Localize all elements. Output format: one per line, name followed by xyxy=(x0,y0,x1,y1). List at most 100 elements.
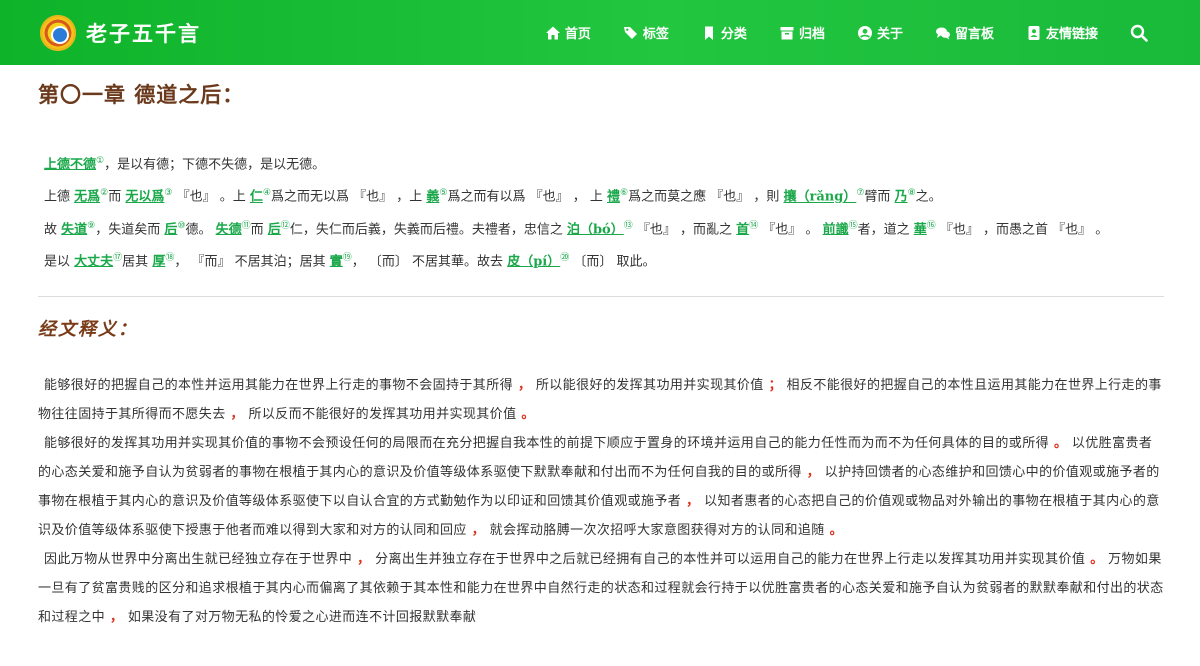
punctuation-mark: ， xyxy=(225,407,244,423)
verse-text-span: 者，道之 xyxy=(857,221,914,237)
article-content: 第〇一章 德道之后： 上德不德①，是以有德；下德不失德，是以无德。 上德 无爲②… xyxy=(38,65,1164,632)
verse-text-span: 而 xyxy=(250,221,268,237)
annotation-link[interactable]: 華 xyxy=(914,222,927,237)
verse-text-span: 仁，失仁而后義，失義而后禮。夫禮者，忠信之 xyxy=(289,221,567,237)
verse-line-2: 上德 无爲②而 无以爲③ 『也』 。上 仁④爲之而无以爲 『也』 ，上 義⑤爲之… xyxy=(38,179,1164,211)
verse-text-span: 〔而〕 取此。 xyxy=(569,254,656,270)
nav-guestbook[interactable]: 留言板 xyxy=(935,23,994,42)
footnote-marker[interactable]: ⑱ xyxy=(165,253,174,263)
top-navbar: 老子五千言 首页 标签 分类 归档 关于 留言板 友情链接 xyxy=(0,0,1200,65)
footnote-marker[interactable]: ⑪ xyxy=(242,221,251,231)
explanation-text-span: 能够很好的发挥其功用并实现其价值的事物不会预设任何的局限而在充分把握自我本性的前… xyxy=(44,436,1050,452)
annotation-link[interactable]: 禮 xyxy=(607,190,620,205)
punctuation-mark: ， xyxy=(466,523,486,539)
verse-text-span: 上德 xyxy=(44,189,75,205)
punctuation-mark: 。 xyxy=(824,523,844,539)
annotation-link[interactable]: 失德 xyxy=(216,222,242,237)
verse-text-span: 臂而 xyxy=(864,189,895,205)
verse-line-3: 故 失道⑨，失道矣而 后⑩德。 失德⑪而 后⑫仁，失仁而后義，失義而后禮。夫禮者… xyxy=(38,212,1164,244)
annotation-link[interactable]: 乃 xyxy=(895,190,908,205)
verse-text-span: 『也』 。 xyxy=(758,221,823,237)
nav-tags[interactable]: 标签 xyxy=(623,23,669,42)
annotation-link[interactable]: 无以爲 xyxy=(125,190,164,205)
verse-text-span: 居其 xyxy=(122,254,153,270)
explanation-text-span: 因此万物从世界中分离出生就已经独立存在于世界中 xyxy=(44,552,353,568)
verse-text-span: 德。 xyxy=(185,221,216,237)
verse-text-span: ， 『而』 不居其泊；居其 xyxy=(174,254,330,270)
verse-text-span: 而 xyxy=(108,189,126,205)
explanation-text-span: 所以能很好的发挥其功用并实现其价值 xyxy=(531,378,764,394)
footnote-marker[interactable]: ⑰ xyxy=(113,253,122,263)
verse-text-span: 爲之而莫之應 『也』 ，則 xyxy=(628,189,784,205)
chapter-title: 第〇一章 德道之后： xyxy=(38,82,245,107)
nav-about[interactable]: 关于 xyxy=(857,23,903,42)
punctuation-mark: 。 xyxy=(1049,436,1068,452)
annotation-link[interactable]: 泊（bó） xyxy=(567,222,624,237)
brand-link[interactable]: 老子五千言 xyxy=(40,14,201,51)
explanation-text-span: 就会挥动胳膊一次次招呼大家意图获得对方的认同和追随 xyxy=(485,523,825,539)
verse-text-span: ，失道矣而 xyxy=(95,221,165,237)
explanation-paragraph-3: 因此万物从世界中分离出生就已经独立存在于世界中 ， 分离出生并独立存在于世界中之… xyxy=(38,545,1164,632)
footnote-marker[interactable]: ⑮ xyxy=(849,221,858,231)
verse-line-1: 上德不德①，是以有德；下德不失德，是以无德。 xyxy=(38,147,1164,179)
footnote-marker[interactable]: ① xyxy=(96,156,104,166)
nav-tags-label: 标签 xyxy=(642,27,669,42)
nav-archive-label: 归档 xyxy=(798,27,825,42)
annotation-link[interactable]: 前識 xyxy=(823,222,849,237)
footnote-marker[interactable]: ⑬ xyxy=(624,221,633,231)
annotation-link[interactable]: 大丈夫 xyxy=(74,254,113,269)
address-card-icon xyxy=(1028,25,1040,40)
home-icon xyxy=(545,26,560,39)
nav-friend-links[interactable]: 友情链接 xyxy=(1026,23,1098,42)
explanation-title: 经文释义： xyxy=(38,319,138,341)
nav-category[interactable]: 分类 xyxy=(701,23,747,42)
annotation-link[interactable]: 攘（rǎng） xyxy=(784,190,857,205)
nav-guestbook-label: 留言板 xyxy=(954,27,994,42)
footnote-marker[interactable]: ⑲ xyxy=(343,253,352,263)
verse-text-span: 『也』 ，而亂之 xyxy=(632,221,737,237)
annotation-link[interactable]: 无爲 xyxy=(74,190,100,205)
punctuation-mark: 。 xyxy=(1085,552,1104,568)
explanation-paragraph-1: 能够很好的把握自己的本性并运用其能力在世界上行走的事物不会固持于其所得 ， 所以… xyxy=(38,371,1164,429)
punctuation-mark: ， xyxy=(352,552,371,568)
footnote-marker[interactable]: ⑳ xyxy=(560,253,569,263)
footnote-marker[interactable]: ④ xyxy=(263,188,271,198)
footnote-marker[interactable]: ⑯ xyxy=(927,221,936,231)
verse-text-span: ，是以有德；下德不失德，是以无德。 xyxy=(104,157,326,173)
verse-text-span: ， 〔而〕 不居其華。故去 xyxy=(351,254,508,270)
annotation-link[interactable]: 后 xyxy=(268,222,281,237)
footnote-marker[interactable]: ⑥ xyxy=(620,188,628,198)
annotation-link[interactable]: 皮（pí） xyxy=(507,254,560,269)
footnote-marker[interactable]: ⑭ xyxy=(749,221,758,231)
punctuation-mark: ， xyxy=(105,610,124,626)
nav-about-label: 关于 xyxy=(876,27,903,42)
verse-text: 上德不德①，是以有德；下德不失德，是以无德。 上德 无爲②而 无以爲③ 『也』 … xyxy=(38,147,1164,276)
explanation-text-span: 能够很好的把握自己的本性并运用其能力在世界上行走的事物不会固持于其所得 xyxy=(44,378,514,394)
tags-icon xyxy=(623,26,637,39)
punctuation-mark: ， xyxy=(801,465,821,481)
annotation-link[interactable]: 仁 xyxy=(250,190,263,205)
nav-home-label: 首页 xyxy=(564,27,591,42)
annotation-link[interactable]: 首 xyxy=(736,222,749,237)
annotation-link[interactable]: 厚 xyxy=(152,254,165,269)
site-title: 老子五千言 xyxy=(86,20,201,46)
explanation-text-span: 分离出生并独立存在于世界中之后就已经拥有自己的本性并可以运用自己的能力在世界上行… xyxy=(370,552,1086,568)
section-divider xyxy=(38,296,1164,298)
verse-text-span: 故 xyxy=(44,221,62,237)
annotation-link[interactable]: 上德不德 xyxy=(44,157,96,172)
verse-line-4: 是以 大丈夫⑰居其 厚⑱， 『而』 不居其泊；居其 實⑲， 〔而〕 不居其華。故… xyxy=(38,244,1164,276)
annotation-link[interactable]: 實 xyxy=(330,254,343,269)
annotation-link[interactable]: 后 xyxy=(164,222,177,237)
search-icon[interactable] xyxy=(1130,24,1148,42)
verse-text-span: 『也』 。上 xyxy=(172,189,250,205)
bookmark-icon xyxy=(704,26,713,40)
footnote-marker[interactable]: ⑫ xyxy=(281,221,290,231)
nav-home[interactable]: 首页 xyxy=(545,23,591,42)
footnote-marker[interactable]: ⑧ xyxy=(908,188,916,198)
verse-text-span: 之。 xyxy=(915,189,942,205)
annotation-link[interactable]: 失道 xyxy=(61,222,87,237)
nav-friend-links-label: 友情链接 xyxy=(1045,27,1098,42)
nav-archive[interactable]: 归档 xyxy=(779,23,825,42)
annotation-link[interactable]: 義 xyxy=(426,190,439,205)
user-circle-icon xyxy=(857,25,872,40)
